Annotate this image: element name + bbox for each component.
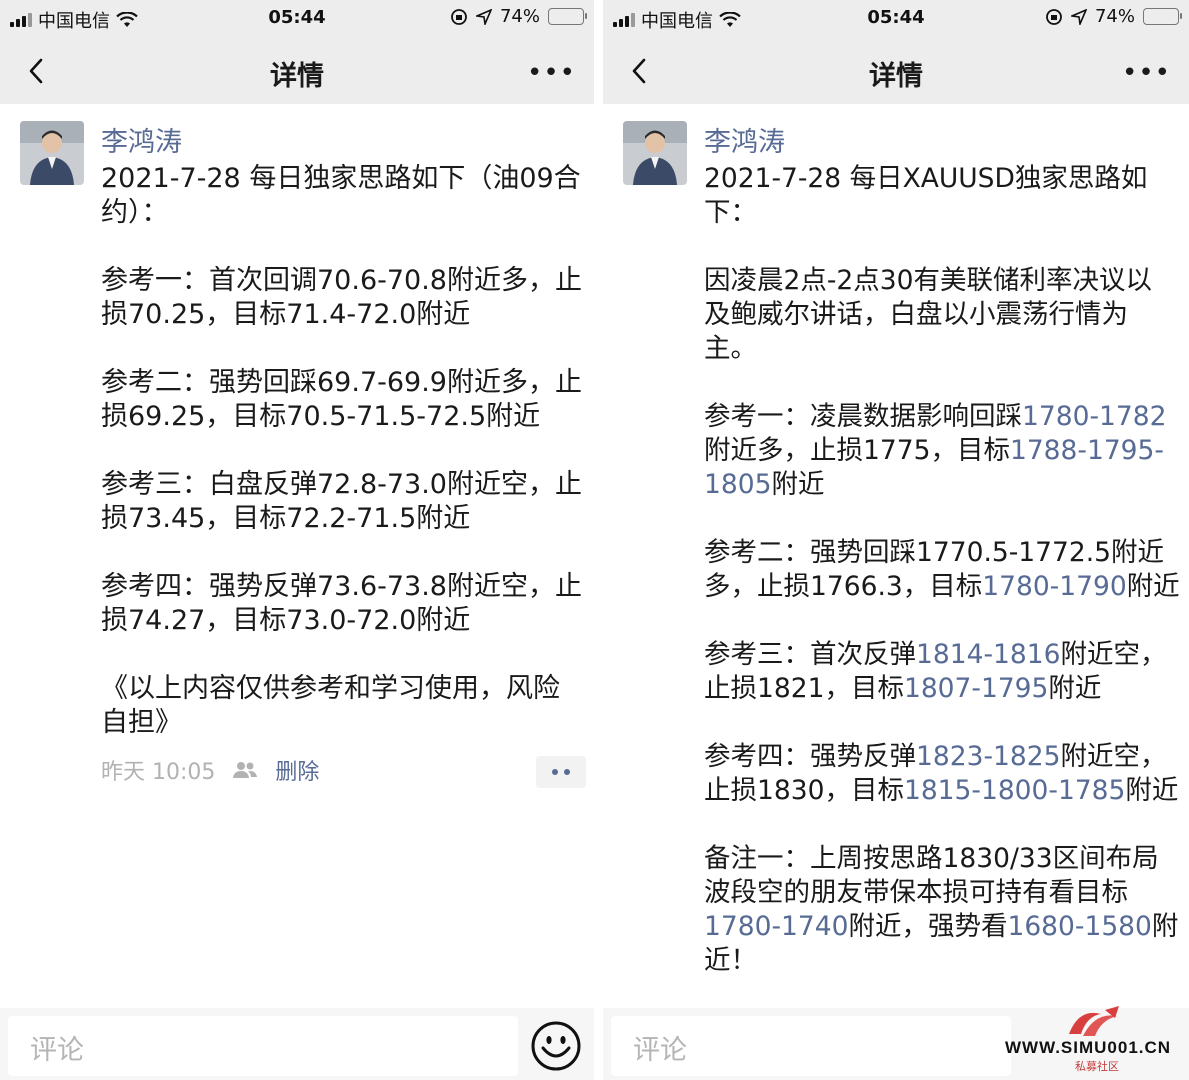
nav-bar: 详情 •••: [0, 36, 594, 104]
post-line: 1805附近: [704, 468, 1185, 502]
post-text-span: 附近多，止损1775，目标: [704, 435, 1010, 466]
emoji-icon[interactable]: [530, 1020, 582, 1072]
post-line: 损73.45，目标72.2-71.5附近: [101, 503, 471, 534]
post-line: 参考三：首次反弹1814-1816附近空，: [704, 638, 1185, 672]
post-text-span: 附近，强势看: [848, 911, 1008, 942]
comment-input[interactable]: 评论: [611, 1016, 1011, 1076]
author-name[interactable]: 李鸿涛: [101, 120, 182, 159]
location-icon: [1070, 8, 1087, 25]
watermark-caption: 私募社区: [1075, 1060, 1119, 1073]
post-line: 因凌晨2点-2点30有美联储利率决议以: [704, 265, 1153, 296]
post-line: 多，止损1766.3，目标1780-1790附近: [704, 570, 1185, 604]
battery-icon: [1143, 8, 1182, 25]
status-indicators: 74%: [450, 6, 587, 27]
price-range-link[interactable]: 1788-1795-: [1010, 435, 1164, 466]
post-text: 2021-7-28 每日XAUUSD独家思路如 下： 因凌晨2点-2点30有美联…: [704, 162, 1185, 978]
post-text-span: 附: [1151, 911, 1179, 942]
post-line: 损70.25，目标71.4-72.0附近: [101, 299, 471, 330]
price-range-link[interactable]: 1823-1825: [916, 741, 1060, 772]
orientation-lock-icon: [1046, 8, 1062, 25]
page-title: 详情: [869, 61, 923, 92]
comment-input[interactable]: 评论: [8, 1016, 518, 1076]
price-range-link[interactable]: 1680-1580: [1007, 911, 1151, 942]
avatar[interactable]: [20, 121, 84, 185]
moment-detail: 李鸿涛 2021-7-28 每日独家思路如下（油09合 约）： 参考一：首次回调…: [0, 104, 594, 1008]
price-range-link[interactable]: 1780-1790: [982, 571, 1126, 602]
post-line: 附近多，止损1775，目标1788-1795-: [704, 434, 1185, 468]
post-text-span: 附近空，: [1060, 639, 1167, 670]
more-actions-button[interactable]: [536, 756, 586, 788]
price-range-link[interactable]: 1780-1740: [704, 911, 848, 942]
post-text-span: 止损1830，目标: [704, 775, 904, 806]
post-line: 自担》: [101, 707, 182, 738]
comment-bar: 评论: [0, 1008, 594, 1080]
nav-bar: 详情 •••: [603, 36, 1189, 104]
post-meta: 昨天 10:05 删除: [101, 754, 319, 786]
post-line: 止损1830，目标1815-1800-1785附近: [704, 774, 1185, 808]
battery-icon: [548, 8, 587, 25]
price-range-link[interactable]: 1805: [704, 469, 771, 500]
post-line: 损69.25，目标70.5-71.5-72.5附近: [101, 401, 541, 432]
post-line: 波段空的朋友带保本损可持有看目标: [704, 877, 1128, 908]
battery-percent: 74%: [499, 6, 540, 27]
post-line: 参考三：白盘反弹72.8-73.0附近空，止: [101, 469, 582, 500]
location-icon: [475, 8, 492, 25]
post-line: 2021-7-28 每日独家思路如下（油09合: [101, 163, 581, 194]
post-text-span: 附近: [1048, 673, 1102, 704]
post-text-span: 止损1821，目标: [704, 673, 904, 704]
post-text-span: 附近: [1126, 571, 1180, 602]
orientation-lock-icon: [451, 8, 467, 25]
post-line: 参考二：强势回踩1770.5-1772.5附近: [704, 537, 1165, 568]
moment-detail: 李鸿涛 2021-7-28 每日XAUUSD独家思路如 下： 因凌晨2点-2点3…: [603, 104, 1189, 1008]
post-text-span: 附近: [771, 469, 825, 500]
battery-percent: 74%: [1094, 6, 1135, 27]
status-bar: 中国电信 05:44 74%: [0, 0, 594, 36]
brand-logo-icon: [1069, 1006, 1119, 1036]
delete-link[interactable]: 删除: [275, 754, 319, 786]
price-range-link[interactable]: 1780-1782: [1022, 401, 1166, 432]
avatar[interactable]: [623, 121, 687, 185]
status-indicators: 74%: [1045, 6, 1182, 27]
more-icon[interactable]: •••: [527, 58, 576, 88]
left-screen: 中国电信 05:44 74% 详情 ••• 李鸿涛 2021-7-28 每日独家…: [0, 0, 594, 1080]
price-range-link[interactable]: 1815-1800-1785: [904, 775, 1125, 806]
post-text-span: 参考一：凌晨数据影响回踩: [704, 401, 1022, 432]
page-title: 详情: [270, 61, 324, 92]
more-icon[interactable]: •••: [1122, 58, 1171, 88]
site-watermark: WWW.SIMU001.CN 私募社区: [1005, 1004, 1183, 1074]
post-line: 主。: [704, 333, 757, 364]
author-name[interactable]: 李鸿涛: [704, 120, 785, 159]
post-line: 参考一：凌晨数据影响回踩1780-1782: [704, 400, 1185, 434]
status-bar: 中国电信 05:44 74%: [603, 0, 1189, 36]
post-line: 《以上内容仅供参考和学习使用，风险: [101, 673, 560, 704]
watermark-site: WWW.SIMU001.CN: [1005, 1038, 1172, 1057]
right-screen: 中国电信 05:44 74% 详情 ••• 李鸿涛 2021-7-28 每日XA…: [603, 0, 1189, 1080]
post-line: 及鲍威尔讲话，白盘以小震荡行情为: [704, 299, 1128, 330]
post-line: 备注一：上周按思路1830/33区间布局: [704, 843, 1159, 874]
post-line: 损74.27，目标73.0-72.0附近: [101, 605, 471, 636]
price-range-link[interactable]: 1807-1795: [904, 673, 1048, 704]
post-line: 参考一：首次回调70.6-70.8附近多，止: [101, 265, 582, 296]
post-timestamp: 昨天 10:05: [101, 760, 216, 785]
post-text: 2021-7-28 每日独家思路如下（油09合 约）： 参考一：首次回调70.6…: [101, 162, 588, 740]
post-line: 参考四：强势反弹73.6-73.8附近空，止: [101, 571, 582, 602]
post-line: 参考四：强势反弹1823-1825附近空，: [704, 740, 1185, 774]
post-line: 下：: [704, 197, 757, 228]
post-text-span: 多，止损1766.3，目标: [704, 571, 983, 602]
post-line: 2021-7-28 每日XAUUSD独家思路如: [704, 163, 1148, 194]
visibility-icon: [233, 762, 258, 778]
post-text-span: 附近: [1125, 775, 1179, 806]
post-line: 约）：: [101, 197, 169, 228]
post-line: 参考二：强势回踩69.7-69.9附近多，止: [101, 367, 582, 398]
post-line: 近！: [704, 945, 757, 976]
post-text-span: 附近空，: [1060, 741, 1167, 772]
post-line: 1780-1740附近，强势看1680-1580附: [704, 910, 1185, 944]
post-text-span: 参考三：首次反弹: [704, 639, 916, 670]
post-line: 止损1821，目标1807-1795附近: [704, 672, 1185, 706]
price-range-link[interactable]: 1814-1816: [916, 639, 1060, 670]
post-text-span: 参考四：强势反弹: [704, 741, 916, 772]
